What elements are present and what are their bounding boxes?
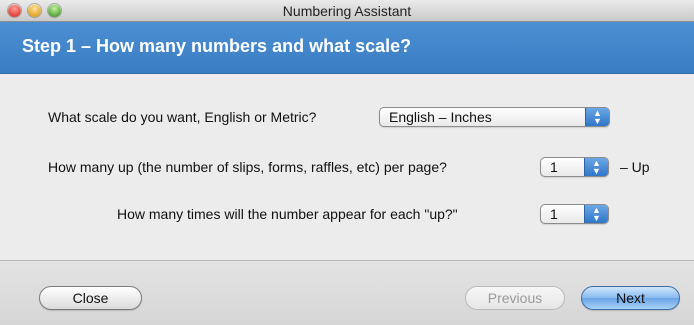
next-button[interactable]: Next	[581, 286, 680, 310]
scale-popup[interactable]: English – Inches ▲ ▼	[379, 107, 610, 127]
window-title: Numbering Assistant	[282, 3, 412, 19]
close-button[interactable]: Close	[39, 286, 142, 310]
step-header: Step 1 – How many numbers and what scale…	[0, 22, 694, 74]
step-title: Step 1 – How many numbers and what scale…	[22, 36, 412, 56]
times-label: How many times will the number appear fo…	[117, 206, 458, 222]
popup-arrows-icon: ▲ ▼	[584, 158, 608, 176]
form-area: What scale do you want, English or Metri…	[0, 74, 694, 260]
up-value: 1	[550, 159, 558, 175]
scale-label: What scale do you want, English or Metri…	[48, 109, 317, 125]
scale-value: English – Inches	[389, 109, 492, 125]
previous-button[interactable]: Previous	[465, 286, 565, 310]
up-label: How many up (the number of slips, forms,…	[48, 159, 447, 175]
up-suffix: – Up	[620, 159, 650, 175]
up-popup[interactable]: 1 ▲ ▼	[540, 157, 609, 177]
button-bar: Close Previous Next	[0, 261, 694, 325]
times-value: 1	[550, 206, 558, 222]
times-popup[interactable]: 1 ▲ ▼	[540, 204, 609, 224]
popup-arrows-icon: ▲ ▼	[584, 205, 608, 223]
title-bar: Numbering Assistant	[0, 0, 694, 22]
popup-arrows-icon: ▲ ▼	[585, 108, 609, 126]
